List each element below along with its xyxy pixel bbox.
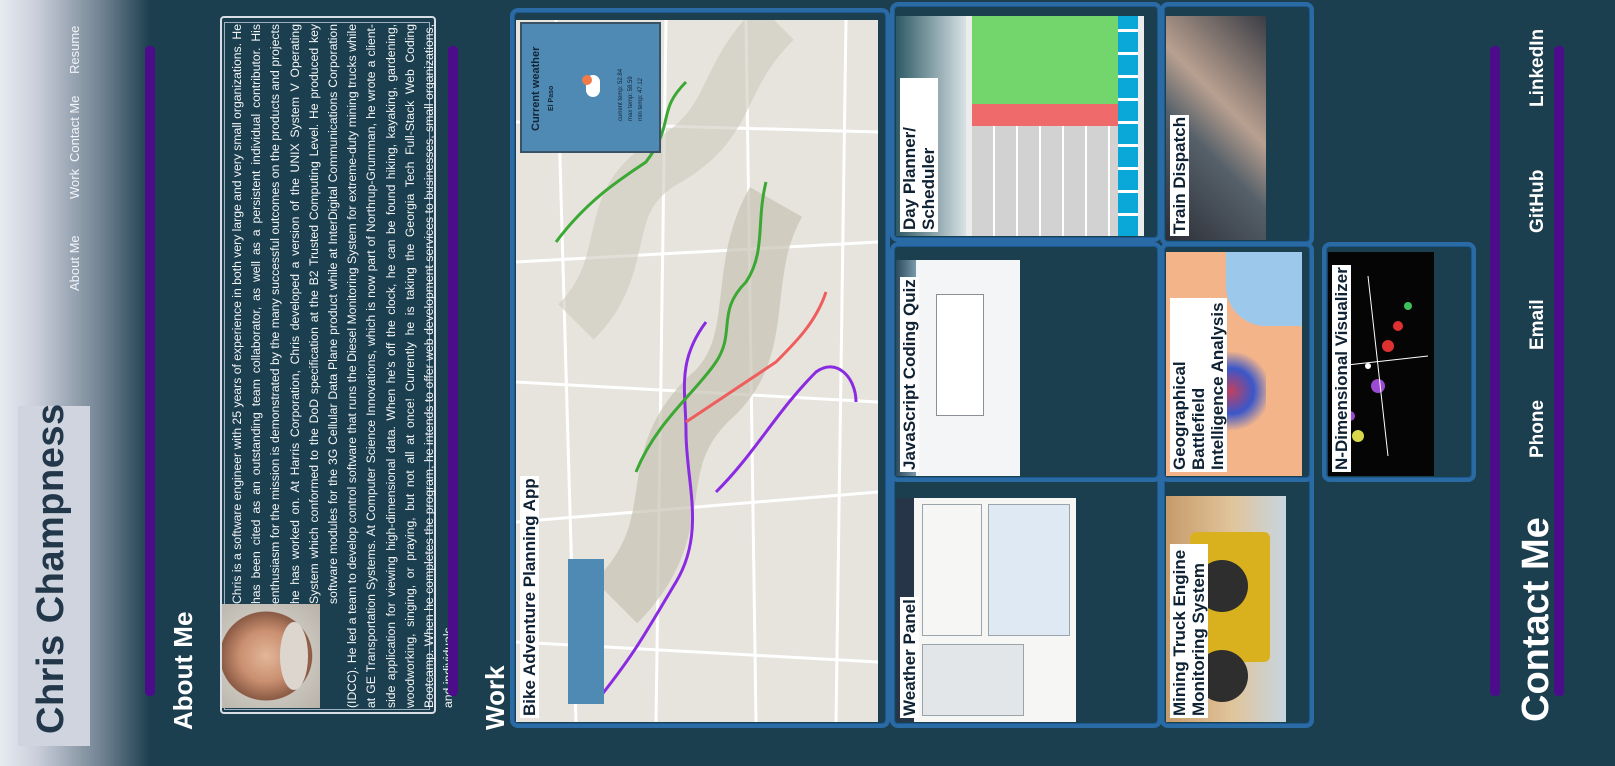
page: Chris Champness About Me Work Contact Me… xyxy=(0,0,1615,766)
weather-line-1: current temp: 52.84 xyxy=(618,68,624,121)
project-title-ndviz: N-Dimensional Visualizer xyxy=(1332,265,1351,472)
about-heading: About Me xyxy=(168,611,198,730)
weather-panel-current xyxy=(922,504,982,636)
weather-panel-sidebar xyxy=(922,644,1024,716)
site-title: Chris Champness xyxy=(30,403,72,734)
contact-top-bar xyxy=(1490,46,1500,696)
planner-present-row xyxy=(972,104,1138,126)
weather-widget-title: Current weather xyxy=(530,46,542,131)
contact-email[interactable]: Email xyxy=(1527,299,1549,350)
project-title-planner: Day Planner/ Scheduler xyxy=(900,78,938,232)
photo-float xyxy=(228,604,328,708)
battlefield-sea xyxy=(1226,252,1302,326)
project-title-bike: Bike Adventure Planning App xyxy=(520,476,539,718)
nav-work[interactable]: Work xyxy=(67,169,82,199)
about-paragraph: Chris is a software engineer with 25 yea… xyxy=(228,24,455,708)
about-top-bar xyxy=(145,46,155,696)
map-overlay-panel xyxy=(568,559,604,704)
contact-heading: Contact Me xyxy=(1515,517,1557,722)
planner-future-rows xyxy=(972,16,1138,104)
rotated-layout: Chris Champness About Me Work Contact Me… xyxy=(0,0,1615,766)
about-bottom-bar xyxy=(448,46,458,696)
nav-contact-me[interactable]: Contact Me xyxy=(67,96,82,162)
project-title-mining: Mining Truck Engine Monitoring System xyxy=(1170,544,1208,718)
project-title-quiz: JavaScript Coding Quiz xyxy=(900,277,919,472)
weather-panel-forecast xyxy=(988,504,1070,636)
contact-github[interactable]: GitHub xyxy=(1527,170,1549,233)
nav-about-me[interactable]: About Me xyxy=(67,235,82,291)
contact-phone[interactable]: Phone xyxy=(1527,400,1549,458)
weather-widget-city: El Paso xyxy=(548,85,555,111)
project-title-train: Train Dispatch xyxy=(1170,114,1189,236)
contact-bottom-bar xyxy=(1554,46,1564,696)
project-title-weather: Weather Panel xyxy=(900,597,919,718)
contact-linkedin[interactable]: LinkedIn xyxy=(1527,29,1549,107)
weather-widget: Current weather El Paso current temp: 52… xyxy=(520,22,661,153)
work-heading: Work xyxy=(480,665,510,730)
sun-icon xyxy=(582,75,592,85)
weather-line-2: max temp: 58.59 xyxy=(628,76,634,121)
project-title-battlefield: Geographical Battlefield Intelligence An… xyxy=(1170,298,1227,472)
weather-line-3: min temp: 47.12 xyxy=(638,77,644,121)
quiz-instructions-box xyxy=(936,294,984,416)
weather-panel-thumbnail xyxy=(896,498,1076,722)
planner-save-buttons xyxy=(1118,16,1138,236)
nav-resume[interactable]: Resume xyxy=(67,26,82,74)
